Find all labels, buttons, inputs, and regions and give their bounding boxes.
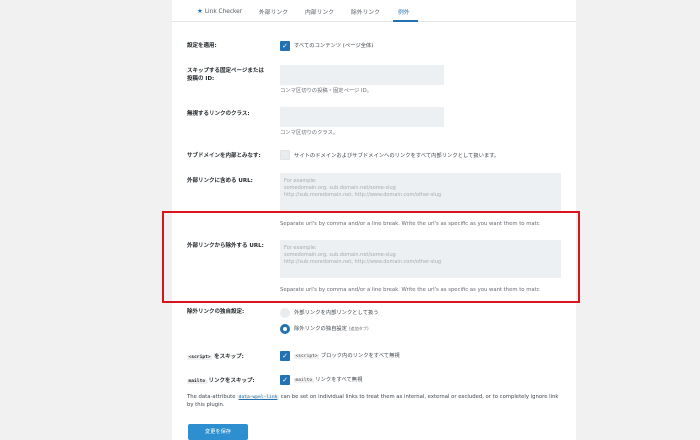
radio-treat-as-internal-label: 外部リンクを内部リンクとして扱う bbox=[294, 310, 379, 316]
ignore-classes-help: コンマ区切りのクラス。 bbox=[280, 130, 339, 136]
include-urls-textarea[interactable]: For example: somedomain.org, sub.domain.… bbox=[280, 173, 561, 211]
tab-bar: ★ Link Checker 外部リンク 内部リンク 除外リンク 例外 bbox=[172, 0, 576, 22]
highlight-box bbox=[162, 211, 580, 303]
skip-pages-help: コンマ区切りの投稿・固定ページ ID。 bbox=[280, 88, 372, 94]
skip-mailto-checkbox[interactable]: ✓ bbox=[280, 375, 290, 385]
radio-own-settings-label: 除外リンクの独自設定 (追加タブ) bbox=[294, 326, 369, 332]
data-attribute-link[interactable]: data-wpel-link bbox=[237, 395, 279, 400]
excluded-settings-label: 除外リンクの独自設定: bbox=[187, 309, 245, 315]
data-attribute-note: The data-attribute data-wpel-link can be… bbox=[187, 394, 559, 408]
ignore-classes-input[interactable] bbox=[280, 107, 444, 127]
ignore-classes-label: 無視するリンクのクラス: bbox=[187, 111, 250, 117]
active-tab-indicator bbox=[393, 20, 418, 22]
radio-own-settings[interactable] bbox=[280, 324, 290, 334]
skip-script-label: <script> をスキップ: bbox=[187, 354, 244, 360]
script-code-option: <script> bbox=[294, 354, 320, 359]
apply-all-checkbox[interactable]: ✓ bbox=[280, 41, 290, 51]
tab-excluded-links[interactable]: 除外リンク bbox=[351, 7, 380, 16]
mailto-code-label: mailto bbox=[187, 379, 207, 384]
check-icon: ✓ bbox=[282, 42, 288, 50]
include-urls-placeholder: For example: somedomain.org, sub.domain.… bbox=[284, 178, 442, 198]
radio-own-settings-note: (追加タブ) bbox=[348, 326, 369, 331]
skip-script-description: <script> ブロック内のリンクをすべて無視 bbox=[294, 353, 400, 359]
save-button[interactable]: 変更を保存 bbox=[188, 424, 248, 440]
skip-pages-label: スキップする固定ページまたは 投稿の ID: bbox=[187, 68, 264, 82]
subdomains-checkbox[interactable] bbox=[280, 150, 290, 160]
include-urls-label: 外部リンクに含める URL: bbox=[187, 178, 253, 184]
tab-external-links[interactable]: 外部リンク bbox=[259, 7, 288, 16]
subdomains-description: サイトのドメインおよびサブドメインへのリンクをすべて内部リンクとして扱います。 bbox=[294, 153, 500, 159]
radio-treat-as-internal[interactable] bbox=[280, 308, 290, 318]
tab-link-checker[interactable]: ★ Link Checker bbox=[197, 7, 242, 15]
star-icon: ★ bbox=[197, 7, 203, 15]
tab-internal-links[interactable]: 内部リンク bbox=[305, 7, 334, 16]
apply-settings-label: 設定を適用: bbox=[187, 43, 217, 49]
mailto-code-option: mailto bbox=[294, 378, 314, 383]
skip-mailto-description: mailto リンクをすべて無視 bbox=[294, 377, 363, 383]
skip-mailto-label: mailto リンクをスキップ: bbox=[187, 378, 255, 384]
apply-all-label: すべてのコンテンツ (ページ全体) bbox=[294, 43, 374, 49]
skip-script-checkbox[interactable]: ✓ bbox=[280, 351, 290, 361]
script-code-label: <script> bbox=[187, 355, 213, 360]
skip-pages-input[interactable] bbox=[280, 65, 444, 85]
tab-exceptions[interactable]: 例外 bbox=[398, 7, 410, 16]
subdomains-label: サブドメインを内部とみなす: bbox=[187, 153, 261, 159]
check-icon: ✓ bbox=[282, 376, 288, 384]
check-icon: ✓ bbox=[282, 352, 288, 360]
